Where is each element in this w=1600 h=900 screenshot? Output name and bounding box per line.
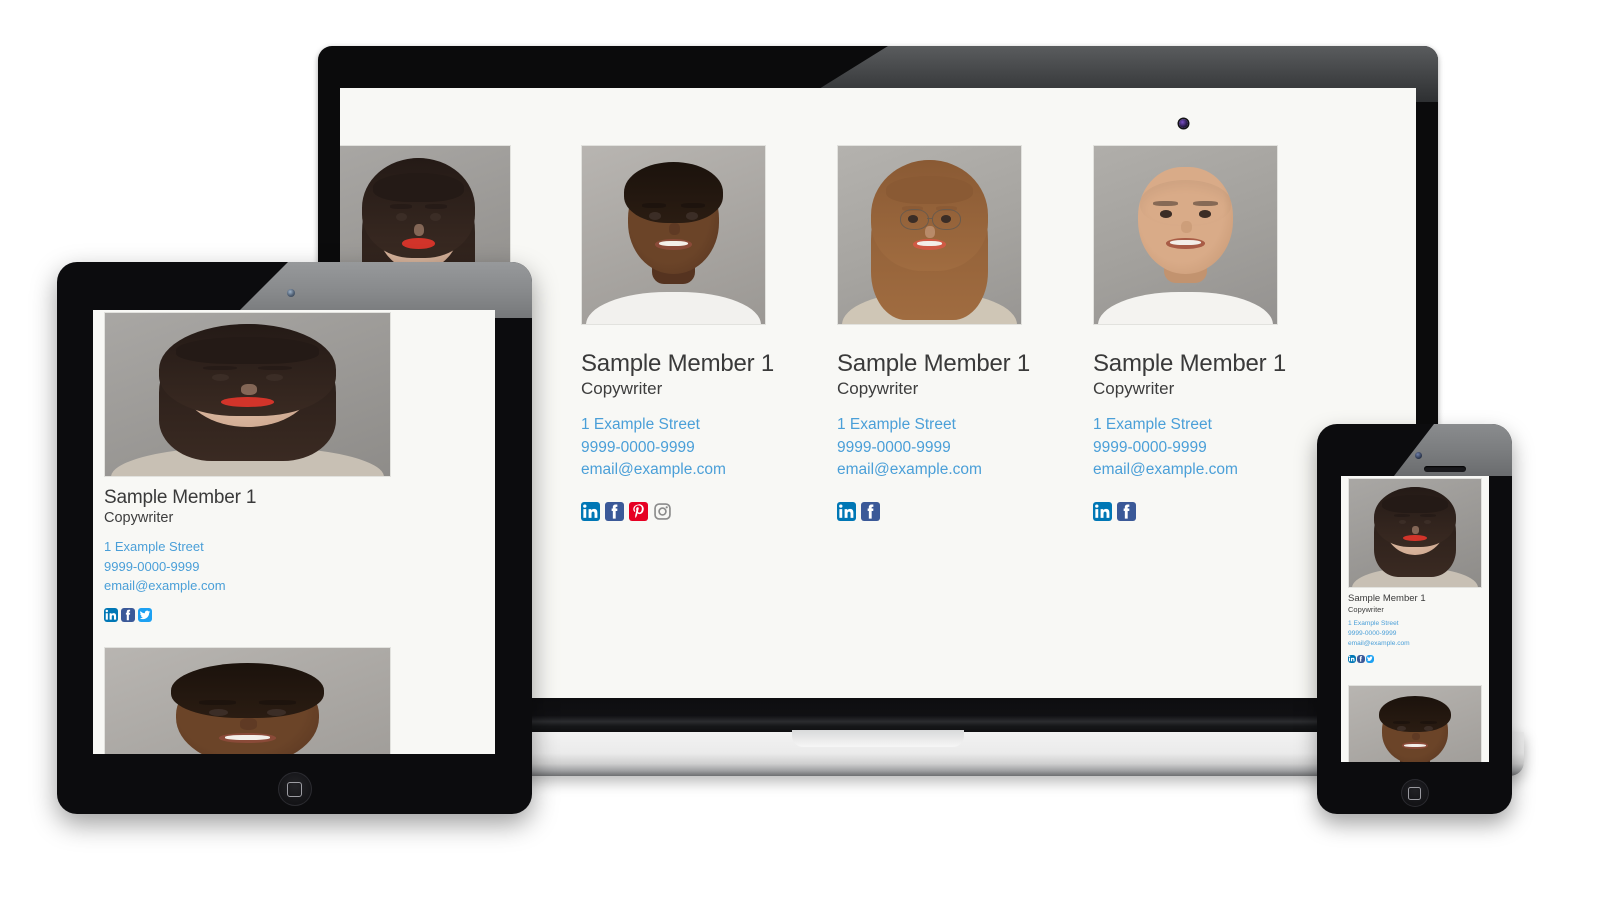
facebook-icon[interactable] [121, 607, 135, 622]
member-social-links [1093, 502, 1286, 522]
member-phone-link[interactable]: 9999-0000-9999 [837, 437, 1030, 460]
phone-camera-icon [1415, 452, 1422, 459]
member-role: Copywriter [1348, 604, 1384, 614]
tablet-home-button[interactable] [277, 772, 312, 806]
member-name: Sample Member 1 [837, 350, 1031, 377]
tablet-device: Sample Member 1 Copywriter 1 Example Stree… [57, 262, 532, 814]
phone-page: Sample Member 1 Copywriter 1 Example Stree… [1341, 476, 1489, 762]
member-address-link[interactable]: 1 Example Street [837, 414, 1030, 437]
phone-device: Sample Member 1 Copywriter 1 Example Stree… [1317, 424, 1512, 814]
member-name: Sample Member 1 [581, 350, 775, 377]
team-member-card: Sample Member 1Copywriter 1 Example Stree… [104, 312, 391, 622]
twitter-icon[interactable] [138, 607, 152, 622]
member-address-link[interactable]: 1 Example Street [1093, 414, 1286, 437]
member-contact-details: 1 Example Street9999-0000-9999email@exam… [104, 537, 391, 596]
member-role: Copywriter [1093, 378, 1175, 398]
member-phone-link[interactable]: 9999-0000-9999 [1093, 437, 1286, 460]
member-social-links [104, 607, 391, 622]
member-photo-frame [581, 145, 766, 325]
member-email-link[interactable]: email@example.com [837, 459, 1030, 482]
member-social-links [837, 502, 1030, 522]
member-contact-details: 1 Example Street9999-0000-9999email@exam… [581, 414, 774, 482]
member-name: Sample Member 1 [1348, 593, 1426, 604]
member-phone-link[interactable]: 9999-0000-9999 [581, 437, 774, 460]
linkedin-icon[interactable] [104, 607, 118, 622]
team-member-card: Sample Member 1Copywriter1 Example Stree… [104, 647, 391, 754]
member-phone-link[interactable]: 9999-0000-9999 [104, 557, 391, 577]
linkedin-icon[interactable] [837, 502, 856, 522]
member-photo-frame [1093, 145, 1278, 325]
twitter-icon[interactable] [1366, 655, 1374, 663]
member-social-links [1348, 655, 1482, 663]
facebook-icon[interactable] [1117, 502, 1136, 522]
linkedin-icon[interactable] [1348, 655, 1356, 663]
facebook-icon[interactable] [861, 502, 880, 522]
phone-screen: Sample Member 1 Copywriter 1 Example Stree… [1341, 476, 1489, 762]
member-contact-details: 1 Example Street9999-0000-9999email@exam… [1348, 619, 1482, 650]
member-photo-frame [1348, 478, 1482, 588]
member-address-link[interactable]: 1 Example Street [104, 537, 391, 557]
member-phone-link[interactable]: 9999-0000-9999 [1348, 629, 1482, 639]
member-photo [105, 313, 390, 476]
member-social-links [581, 502, 774, 522]
linkedin-icon[interactable] [581, 502, 600, 522]
member-email-link[interactable]: email@example.com [1093, 459, 1286, 482]
member-photo [1349, 479, 1481, 587]
tablet-page: Sample Member 1 Copywriter 1 Example Stree… [93, 310, 495, 754]
member-role: Copywriter [104, 509, 174, 526]
member-photo-frame [1348, 685, 1482, 762]
member-photo [582, 146, 765, 324]
team-member-card: Sample Member 1Copywriter 1 Example Stree… [581, 145, 775, 522]
member-name: Sample Member 1 [1093, 350, 1287, 377]
linkedin-icon[interactable] [1093, 502, 1112, 522]
team-member-card: Sample Member 1Copywriter 1 Example Stree… [1348, 478, 1482, 663]
member-photo-frame [104, 647, 391, 754]
team-member-card: Sample Member 1Copywriter 1 Example Stree… [837, 145, 1031, 522]
member-name: Sample Member 1 [104, 487, 257, 508]
member-address-link[interactable]: 1 Example Street [581, 414, 774, 437]
member-email-link[interactable]: email@example.com [1348, 639, 1482, 649]
member-role: Copywriter [837, 378, 919, 398]
webcam-icon [1179, 119, 1188, 128]
member-contact-details: 1 Example Street9999-0000-9999email@exam… [837, 414, 1030, 482]
instagram-icon[interactable] [653, 502, 672, 522]
member-address-link[interactable]: 1 Example Street [1348, 619, 1482, 629]
member-photo [1349, 686, 1481, 762]
team-member-card: Sample Member 1Copywriter1 Example Stree… [1348, 685, 1482, 762]
member-photo-frame [837, 145, 1022, 325]
member-role: Copywriter [581, 378, 663, 398]
tablet-camera-icon [287, 289, 295, 297]
facebook-icon[interactable] [1357, 655, 1365, 663]
phone-home-button[interactable] [1400, 779, 1429, 807]
team-member-card: Sample Member 1Copywriter 1 Example Stree… [1093, 145, 1287, 522]
tablet-screen: Sample Member 1 Copywriter 1 Example Stree… [93, 310, 495, 754]
phone-earpiece-speaker [1424, 466, 1466, 472]
member-photo-frame [104, 312, 391, 477]
member-email-link[interactable]: email@example.com [581, 459, 774, 482]
member-photo [105, 648, 390, 754]
member-photo [1094, 146, 1277, 324]
laptop-lid-notch [792, 730, 964, 747]
pinterest-icon[interactable] [629, 502, 648, 522]
member-email-link[interactable]: email@example.com [104, 576, 391, 596]
member-contact-details: 1 Example Street9999-0000-9999email@exam… [1093, 414, 1286, 482]
facebook-icon[interactable] [605, 502, 624, 522]
device-mockup-stage: Sample Member 1 Copywriter 1 Example Stree… [0, 0, 1600, 900]
member-photo [838, 146, 1021, 324]
